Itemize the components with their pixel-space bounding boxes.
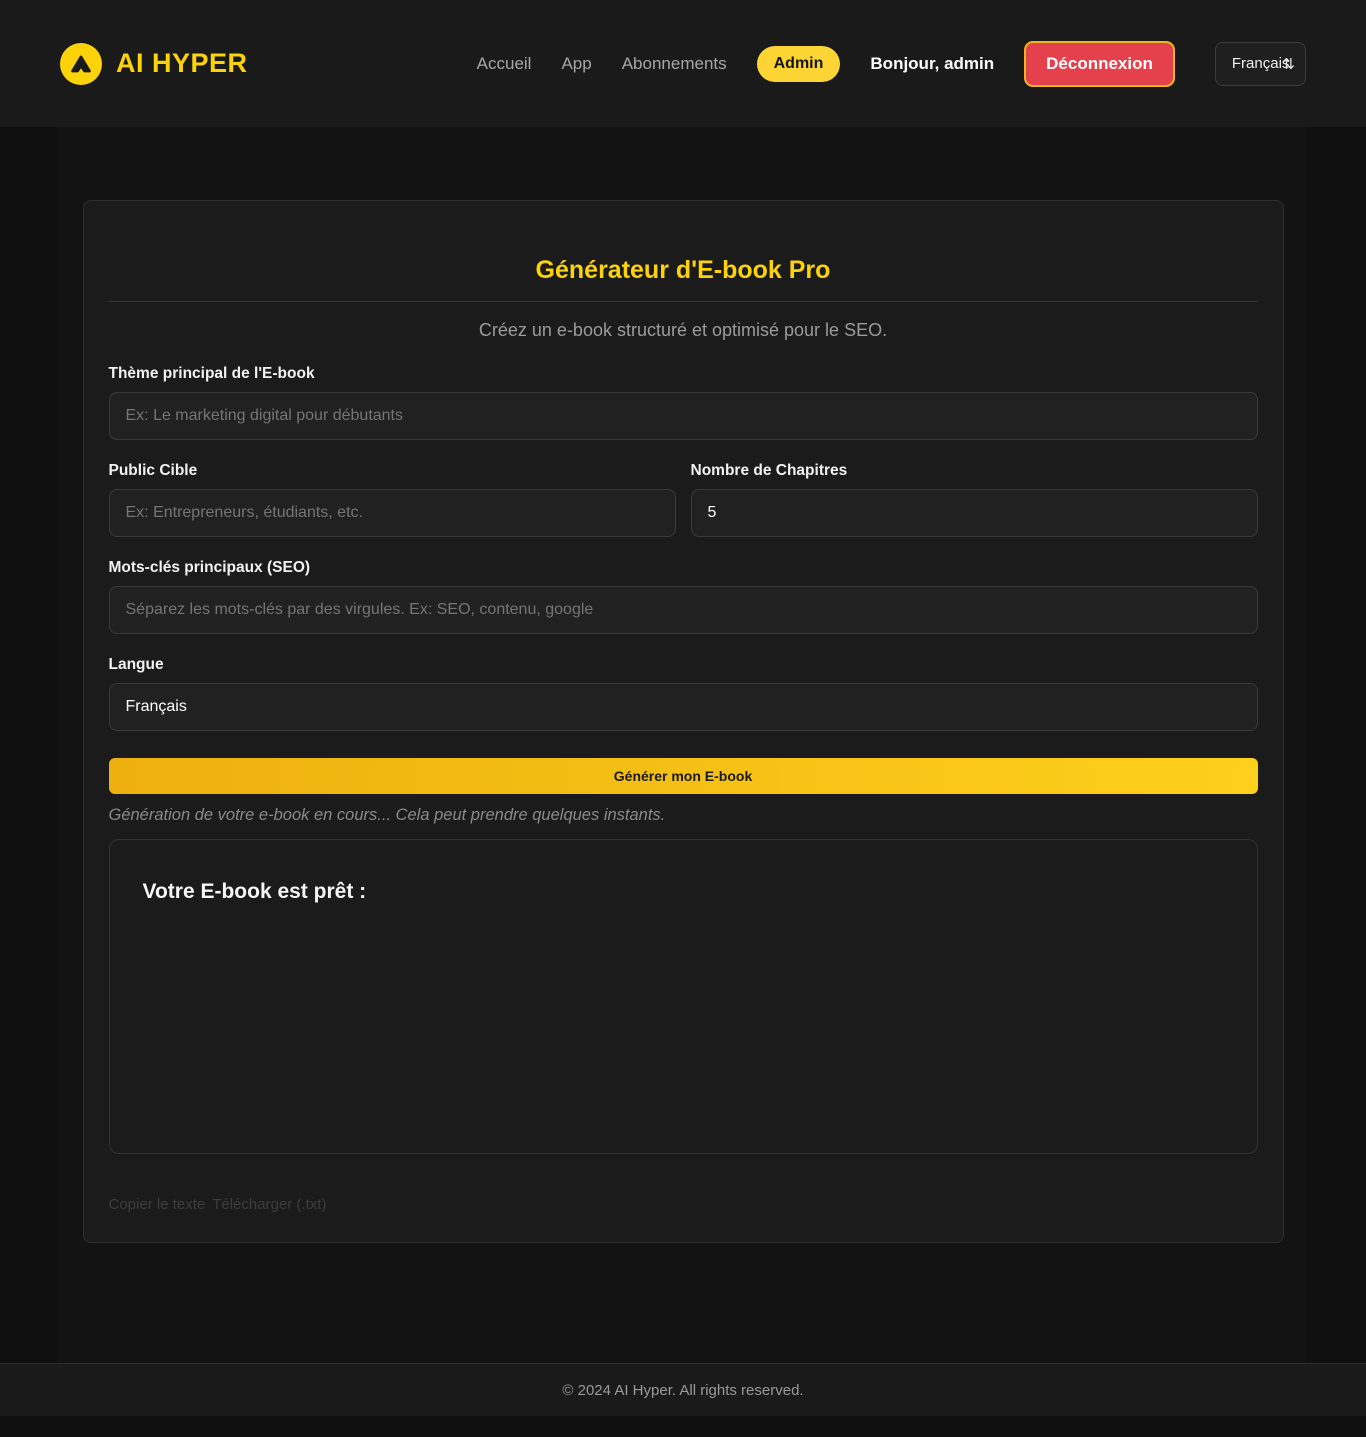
page-title: Générateur d'E-book Pro <box>535 256 831 284</box>
chapters-input[interactable] <box>690 489 1258 537</box>
generate-ebook-button[interactable]: Générer mon E-book <box>108 758 1258 794</box>
brand-arrow-icon <box>60 42 102 85</box>
header: AI HYPER Accueil App Abonnements Admin B… <box>0 0 1366 127</box>
nav-link-accueil[interactable]: Accueil <box>477 54 532 74</box>
result-box: Votre E-book est prêt : <box>108 839 1258 1154</box>
select-arrows-icon: ⇅ <box>1282 55 1295 73</box>
language-select-value: Français <box>1231 55 1290 72</box>
keywords-field-group: Mots-clés principaux (SEO) <box>108 559 1258 634</box>
logout-button[interactable]: Déconnexion <box>1024 40 1175 87</box>
language-select[interactable]: Français ⇅ <box>1214 41 1306 86</box>
theme-label: Thème principal de l'E-book <box>108 365 315 382</box>
audience-chapters-row: Public Cible Nombre de Chapitres <box>108 462 1258 559</box>
chapters-field-group: Nombre de Chapitres <box>690 462 1258 537</box>
audience-label: Public Cible <box>108 462 198 479</box>
language-field-value: Français <box>125 698 187 715</box>
language-field-group: Langue Français <box>108 656 1258 731</box>
theme-field-group: Thème principal de l'E-book <box>108 365 1258 440</box>
copy-text-button[interactable]: Copier le texte <box>109 1196 206 1213</box>
brand-logo[interactable]: AI HYPER <box>60 42 248 85</box>
download-txt-button[interactable]: Télécharger (.txt) <box>212 1196 326 1213</box>
main-nav: Accueil App Abonnements Admin Bonjour, a… <box>477 40 1306 87</box>
chapters-label: Nombre de Chapitres <box>690 462 848 479</box>
admin-badge[interactable]: Admin <box>756 45 841 82</box>
title-divider <box>108 301 1258 302</box>
keywords-input[interactable] <box>108 586 1258 634</box>
result-heading: Votre E-book est prêt : <box>142 880 367 903</box>
main-content: Générateur d'E-book Pro Créez un e-book … <box>59 127 1307 1363</box>
page-subtitle: Créez un e-book structuré et optimisé po… <box>478 320 888 340</box>
theme-input[interactable] <box>108 392 1258 440</box>
brand-name: AI HYPER <box>116 48 248 78</box>
generation-status-text: Génération de votre e-book en cours... C… <box>108 806 666 824</box>
nav-link-abonnements[interactable]: Abonnements <box>622 54 727 74</box>
audience-field-group: Public Cible <box>108 462 676 537</box>
language-field-select[interactable]: Français <box>108 683 1258 731</box>
nav-link-app[interactable]: App <box>561 54 591 74</box>
copyright-text: © 2024 AI Hyper. All rights reserved. <box>562 1381 804 1399</box>
audience-input[interactable] <box>108 489 676 537</box>
ebook-generator-card: Générateur d'E-book Pro Créez un e-book … <box>82 200 1284 1243</box>
result-actions: Copier le texte Télécharger (.txt) <box>109 1196 1258 1213</box>
keywords-label: Mots-clés principaux (SEO) <box>108 559 311 576</box>
footer: © 2024 AI Hyper. All rights reserved. <box>0 1363 1366 1416</box>
user-greeting: Bonjour, admin <box>870 53 995 73</box>
language-label: Langue <box>108 656 164 673</box>
